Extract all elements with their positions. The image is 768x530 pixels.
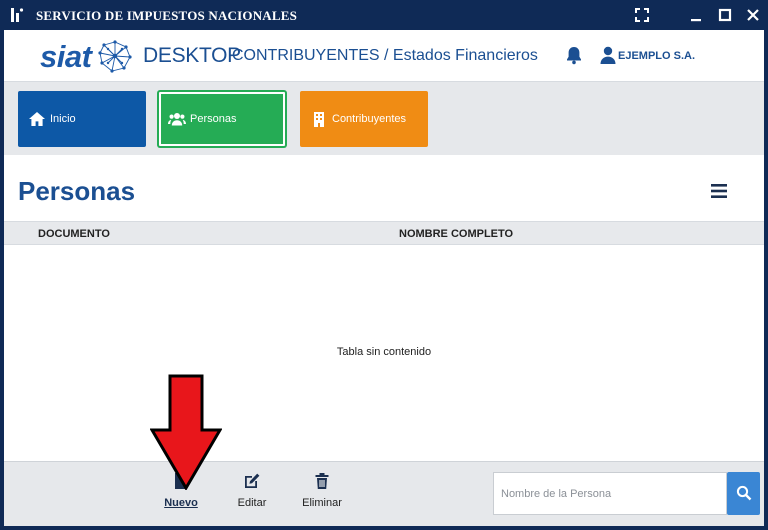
main-panel: Personas DOCUMENTO NOMBRE COMPLETO Tabla… [4, 155, 764, 461]
search-input[interactable] [493, 472, 727, 515]
fullscreen-icon[interactable] [633, 6, 651, 24]
tile-label: Personas [190, 113, 237, 125]
search-button[interactable] [727, 472, 760, 515]
page-title: Personas [18, 176, 136, 206]
users-icon [168, 110, 186, 128]
window-content: siat DESKTOP CONTRIBUYENTES / Estados Fi… [4, 30, 764, 526]
logo-text: siat [40, 39, 92, 74]
tile-label: Contribuyentes [332, 113, 406, 125]
search-icon [736, 485, 752, 501]
column-nombre-completo[interactable]: NOMBRE COMPLETO [399, 228, 513, 240]
table-empty-message: Tabla sin contenido [336, 346, 432, 358]
minimize-icon[interactable] [687, 6, 705, 24]
siat-app-icon [10, 7, 24, 23]
app-header: siat DESKTOP CONTRIBUYENTES / Estados Fi… [4, 30, 764, 82]
maximize-icon[interactable] [716, 6, 734, 24]
home-icon [28, 110, 46, 128]
hamburger-menu-icon[interactable] [710, 183, 728, 199]
app-window: SERVICIO DE IMPUESTOS NACIONALES siat DE… [0, 0, 768, 530]
bell-icon[interactable] [564, 45, 584, 65]
tile-personas[interactable]: Personas [158, 91, 286, 147]
edit-button[interactable]: Editar [222, 472, 282, 516]
tile-inicio[interactable]: Inicio [18, 91, 146, 147]
title-bar[interactable]: SERVICIO DE IMPUESTOS NACIONALES [0, 0, 768, 30]
tile-label: Inicio [50, 113, 76, 125]
siat-logo: siat [40, 37, 140, 75]
edit-button-label: Editar [237, 497, 267, 509]
edit-icon [245, 473, 260, 488]
close-icon[interactable] [744, 6, 762, 24]
trash-icon [315, 473, 329, 489]
nav-tiles: Inicio Personas Contribuyentes [4, 83, 764, 155]
red-arrow-down-icon [149, 374, 223, 491]
delete-button[interactable]: Eliminar [292, 472, 352, 516]
user-icon[interactable] [600, 46, 616, 64]
column-documento[interactable]: DOCUMENTO [38, 228, 110, 240]
app-name: DESKTOP [143, 44, 241, 67]
table-header: DOCUMENTO NOMBRE COMPLETO [4, 221, 764, 245]
tile-contribuyentes[interactable]: Contribuyentes [300, 91, 428, 147]
network-logo-icon [96, 37, 134, 75]
building-icon [310, 110, 328, 128]
bottom-toolbar: Nuevo Editar Eliminar [4, 461, 764, 526]
app-section-title: CONTRIBUYENTES / Estados Financieros [232, 47, 538, 64]
user-name[interactable]: EJEMPLO S.A. [618, 50, 695, 62]
new-button-label: Nuevo [164, 497, 198, 509]
delete-button-label: Eliminar [302, 497, 342, 509]
window-title: SERVICIO DE IMPUESTOS NACIONALES [36, 8, 298, 23]
